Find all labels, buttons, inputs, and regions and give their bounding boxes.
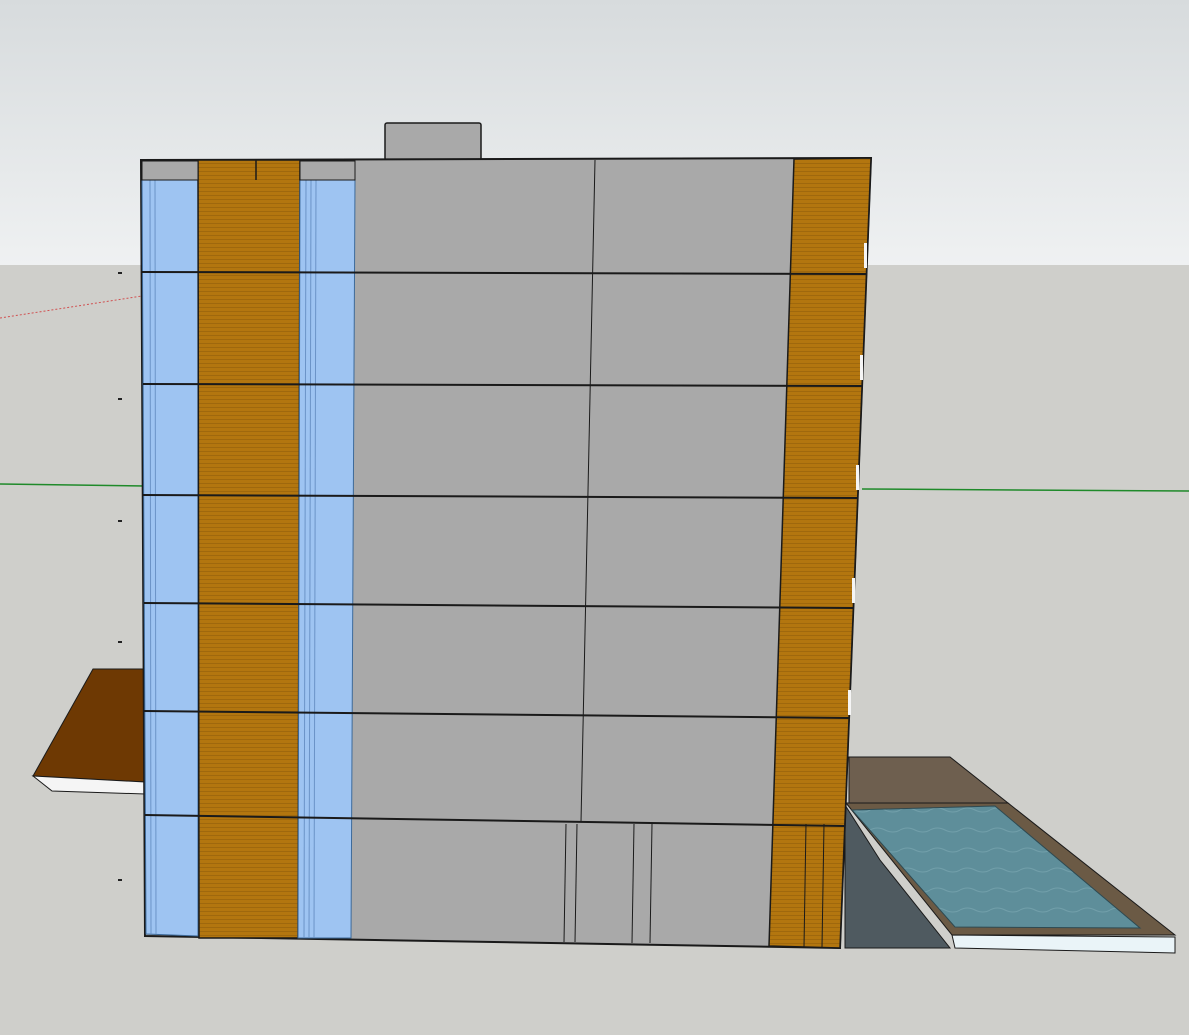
glass-column-right	[297, 179, 356, 939]
wood-column-left	[197, 159, 301, 939]
top-cap-right	[299, 160, 356, 181]
rooftop-unit[interactable]	[384, 122, 482, 161]
building-facade[interactable]	[139, 156, 873, 950]
top-cap-left	[141, 160, 199, 181]
sketchup-viewport[interactable]	[0, 0, 1189, 1035]
